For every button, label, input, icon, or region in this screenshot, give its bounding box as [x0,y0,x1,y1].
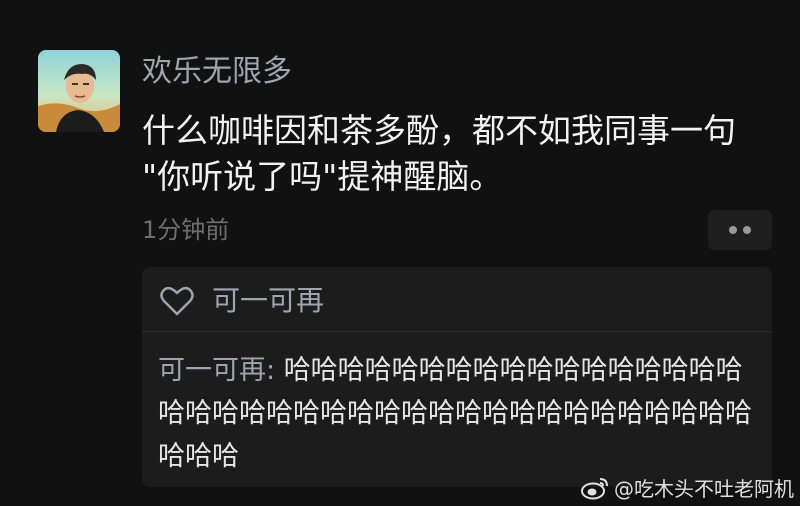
comment-separator: : [266,355,284,386]
avatar-image [38,50,120,132]
post-text-line: "你听说了吗"提神醒脑。 [142,157,503,196]
liker-name[interactable]: 可一可再 [212,283,324,319]
comment-item[interactable]: 可一可再: 哈哈哈哈哈哈哈哈哈哈哈哈哈哈哈哈哈哈哈哈哈哈哈哈哈哈哈哈哈哈哈哈哈哈… [158,349,768,478]
username[interactable]: 欢乐无限多 [142,52,292,92]
avatar[interactable] [38,50,120,132]
timestamp: 1分钟前 [142,216,230,244]
likes-row: 可一可再 [160,283,324,319]
heart-icon[interactable] [160,286,194,316]
comment-section: 可一可再 可一可再: 哈哈哈哈哈哈哈哈哈哈哈哈哈哈哈哈哈哈哈哈哈哈哈哈哈哈哈哈哈… [142,267,772,487]
more-options-button[interactable] [708,210,772,250]
divider [142,331,772,332]
post-content: 什么咖啡因和茶多酚，都不如我同事一句 "你听说了吗"提神醒脑。 [142,108,782,200]
post-text-line: 什么咖啡因和茶多酚，都不如我同事一句 [142,111,736,150]
watermark-text: @吃木头不吐老阿机 [614,477,794,501]
more-dots-icon [729,226,737,234]
watermark: @吃木头不吐老阿机 [580,473,794,502]
more-dots-icon [743,226,751,234]
post-screen: 欢乐无限多 什么咖啡因和茶多酚，都不如我同事一句 "你听说了吗"提神醒脑。 1分… [0,0,800,506]
weibo-icon [581,477,608,499]
comment-author[interactable]: 可一可再 [158,355,266,386]
